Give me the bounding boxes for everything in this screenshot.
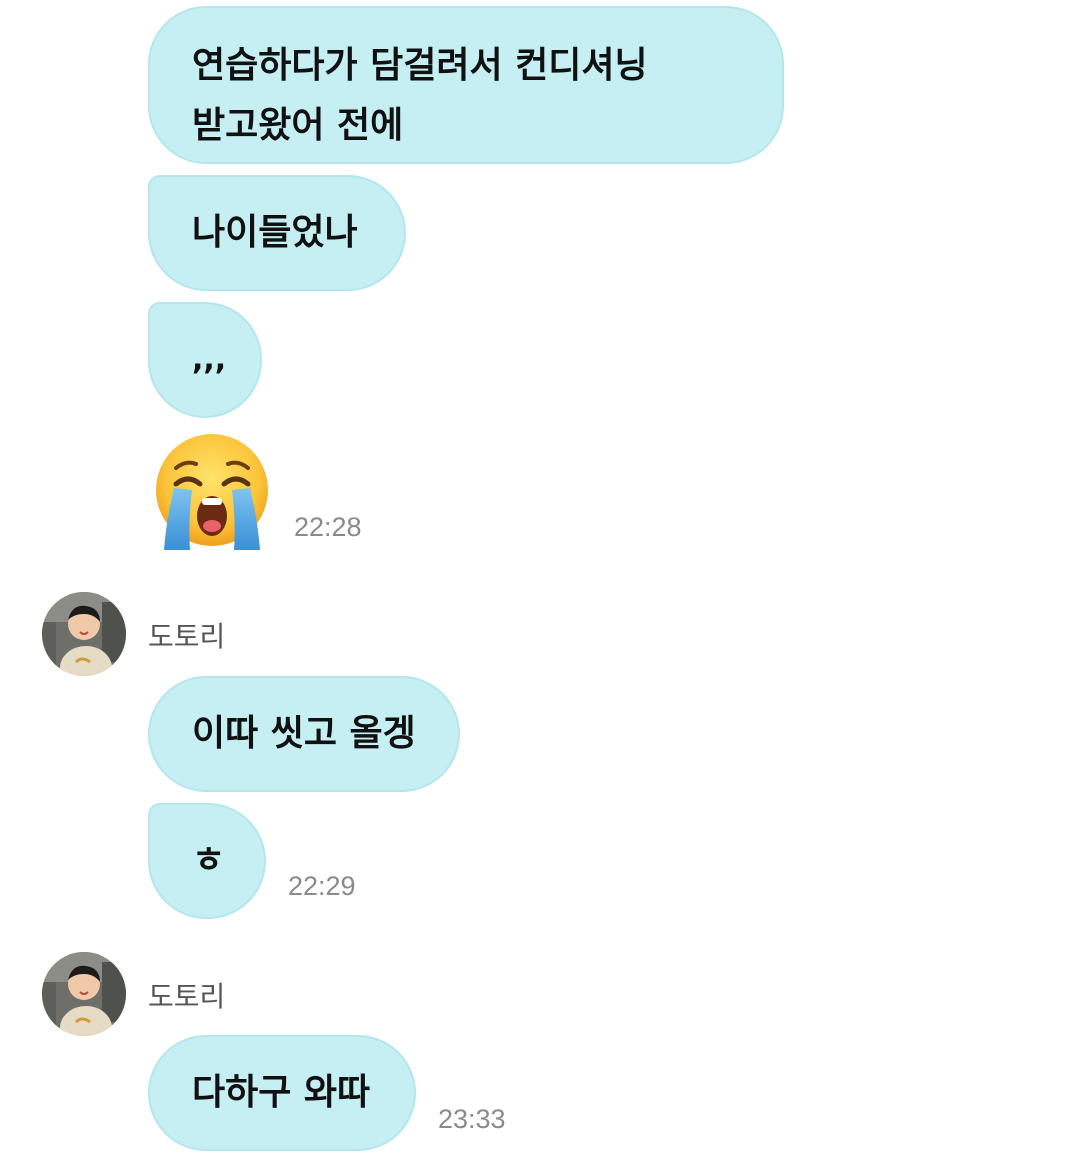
message-text: 이따 씻고 올겡 (192, 713, 416, 754)
sender-name: 도토리 (148, 980, 226, 1013)
loudly-crying-face-emoji[interactable] (150, 432, 274, 556)
message-text-line: 받고왔어 전에 (192, 105, 404, 146)
message-text: 다하구 와따 (192, 1072, 371, 1113)
emoji-icon (156, 434, 268, 550)
message-bubble[interactable]: ㅎ (148, 803, 266, 919)
message-bubble[interactable]: 연습하다가 담걸려서 컨디셔닝 받고왔어 전에 (148, 6, 784, 164)
sender-name: 도토리 (148, 620, 226, 653)
message-timestamp: 23:33 (438, 1104, 506, 1134)
profile-photo (42, 952, 126, 1036)
message-text: ,,, (192, 342, 227, 377)
message-timestamp: 22:29 (288, 871, 356, 901)
message-bubble[interactable]: 다하구 와따 (148, 1035, 416, 1151)
message-text: ㅎ (192, 840, 226, 881)
avatar[interactable] (42, 592, 126, 676)
message-text-line: 연습하다가 담걸려서 컨디셔닝 (192, 45, 648, 86)
message-bubble[interactable]: 이따 씻고 올겡 (148, 676, 460, 792)
message-bubble[interactable]: ,,, (148, 302, 262, 418)
message-bubble[interactable]: 나이들었나 (148, 175, 406, 291)
message-timestamp: 22:28 (294, 512, 362, 542)
message-text: 나이들었나 (192, 212, 358, 253)
profile-photo (42, 592, 126, 676)
avatar[interactable] (42, 952, 126, 1036)
